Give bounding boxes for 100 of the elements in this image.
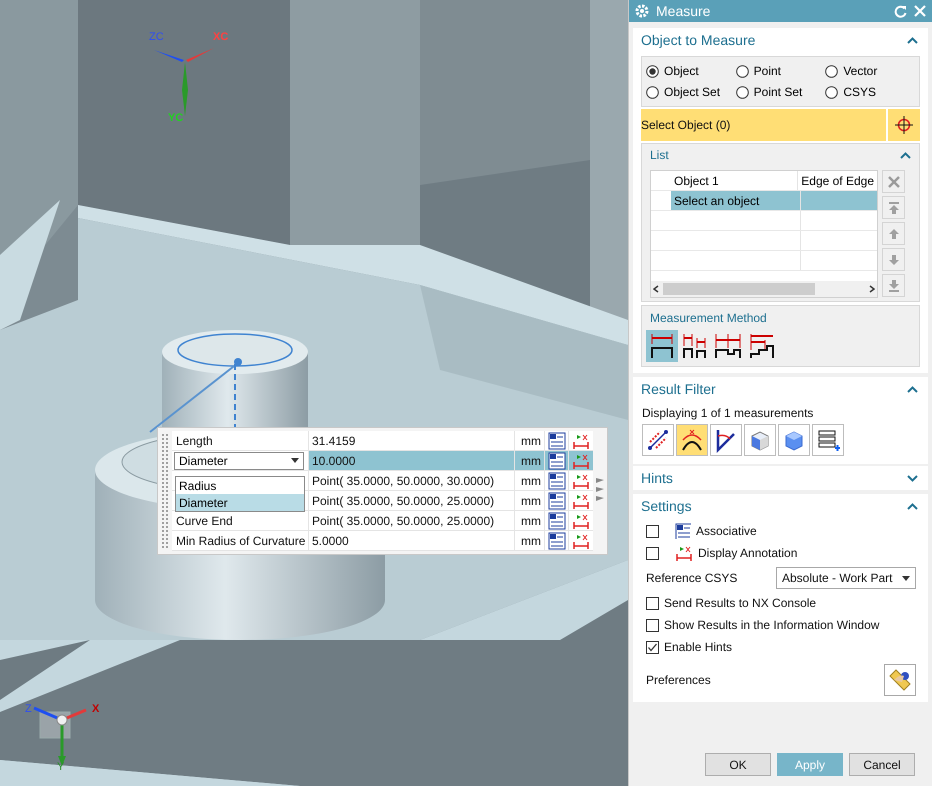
list-add-icon <box>816 428 840 452</box>
checkbox-option[interactable]: Show Results in the Information Window <box>646 616 916 634</box>
unit-label: mm <box>515 511 545 530</box>
collapse-icon[interactable] <box>907 502 918 510</box>
collapse-icon[interactable] <box>907 386 918 392</box>
field-label: Reference CSYS <box>646 570 738 587</box>
axis-label: Y <box>57 762 64 773</box>
expand-icon[interactable] <box>907 474 918 482</box>
measurement-method-button[interactable] <box>646 330 678 362</box>
group-label: Measurement Method <box>649 310 768 327</box>
associative-toggle-icon[interactable] <box>548 512 566 530</box>
checkbox[interactable] <box>646 546 659 560</box>
associative-icon <box>675 523 691 539</box>
radio-option[interactable]: Vector <box>825 62 915 80</box>
unit-label: mm <box>515 471 545 490</box>
radio-option[interactable]: Object Set <box>646 83 736 101</box>
measurement-count: Displaying 1 of 1 measurements <box>641 405 814 422</box>
measurement-value: 5.0000 <box>309 531 515 550</box>
radio-option[interactable]: Point Set <box>736 83 826 101</box>
section-header[interactable]: Result Filter <box>633 377 928 401</box>
axis-label: YC <box>168 113 184 124</box>
radio-option[interactable]: CSYS <box>825 83 915 101</box>
arc-filter-icon <box>680 428 704 452</box>
reset-icon[interactable] <box>894 4 907 18</box>
measurement-label: Min Radius of Curvature <box>175 532 306 550</box>
associative-toggle-icon[interactable] <box>548 492 566 510</box>
checkbox-option[interactable]: Display Annotation <box>646 544 916 562</box>
close-icon[interactable] <box>914 5 926 17</box>
checkbox[interactable] <box>646 640 659 654</box>
measurement-value: Point( 35.0000, 50.0000, 25.0000) <box>309 491 515 510</box>
measurement-label: Curve End <box>175 512 234 530</box>
unit-label: mm <box>515 491 545 510</box>
dimension-method-icon <box>714 332 742 360</box>
radio-button[interactable] <box>736 86 749 98</box>
list-cell[interactable] <box>801 191 877 210</box>
checkbox[interactable] <box>646 596 659 610</box>
delete-icon <box>886 174 902 190</box>
dropdown-option[interactable]: Diameter <box>176 494 304 511</box>
measurement-value: 10.0000 <box>309 451 515 470</box>
object-type: Edge of Edge <box>801 172 874 190</box>
result-filter-button[interactable] <box>676 424 708 456</box>
checkbox-option[interactable]: Send Results to NX Console <box>646 594 916 612</box>
selection-prompt[interactable]: Select Object (0) <box>641 109 886 141</box>
radio-button[interactable] <box>825 86 838 98</box>
scroll-right-icon[interactable] <box>869 285 875 293</box>
result-filter-button[interactable] <box>642 424 674 456</box>
ruler-hand-icon <box>888 668 912 692</box>
measurement-label: Length <box>175 432 214 450</box>
axis-label: ZC <box>149 32 164 43</box>
radio-button[interactable] <box>825 64 838 78</box>
axis-label: X <box>92 704 100 715</box>
horizontal-scrollbar[interactable] <box>651 281 877 297</box>
unit-label: mm <box>515 531 545 550</box>
associative-toggle-icon[interactable] <box>548 432 566 450</box>
annotation-icon <box>675 544 693 562</box>
dialog-button[interactable]: Cancel <box>849 753 915 776</box>
dropdown-caret-icon <box>291 458 299 463</box>
axis-label: XC <box>213 32 228 43</box>
measurement-value: Point( 35.0000, 50.0000, 30.0000) <box>309 471 515 490</box>
result-filter-button[interactable] <box>710 424 742 456</box>
dimension-method-icon <box>681 332 709 360</box>
checkbox-option[interactable]: Enable Hints <box>646 638 916 656</box>
result-filter-button[interactable] <box>812 424 844 456</box>
dimension-method-icon <box>747 332 775 360</box>
checkbox-option[interactable]: Associative <box>646 522 916 540</box>
measurement-type-dropdown[interactable]: Diameter <box>174 452 304 470</box>
radio-button[interactable] <box>646 86 659 98</box>
checkbox[interactable] <box>646 618 659 632</box>
preferences-button[interactable] <box>884 664 916 696</box>
dialog-button[interactable]: OK <box>705 753 771 776</box>
list-row[interactable]: Select an object <box>651 191 877 211</box>
dimension-method-icon <box>648 332 676 360</box>
collapse-icon[interactable] <box>907 36 918 44</box>
section-header[interactable]: Settings <box>633 494 928 518</box>
associative-toggle-icon[interactable] <box>548 452 566 470</box>
list-item[interactable]: Object 1 <box>671 171 798 190</box>
expand-arrows-icon[interactable] <box>596 478 605 504</box>
crosshair-icon <box>895 116 913 134</box>
associative-toggle-icon[interactable] <box>548 472 566 490</box>
measurement-value: 31.4159 <box>309 431 515 450</box>
section-header[interactable]: Object to Measure <box>633 28 928 52</box>
unit-label: mm <box>515 431 545 450</box>
radio-option[interactable]: Point <box>736 62 826 80</box>
measurement-value: Point( 35.0000, 50.0000, 25.0000) <box>309 511 515 530</box>
axis-label: Z <box>25 704 32 715</box>
radio-option[interactable]: Object <box>646 62 736 80</box>
checkbox[interactable] <box>646 524 659 538</box>
select-object-button[interactable] <box>888 109 920 141</box>
distance-filter-icon <box>646 428 670 452</box>
list-item[interactable]: Select an object <box>671 191 800 210</box>
gear-icon <box>635 4 649 18</box>
associative-toggle-icon[interactable] <box>548 532 566 550</box>
collapse-icon[interactable] <box>900 152 911 158</box>
radio-button[interactable] <box>646 64 659 78</box>
section-header[interactable]: Hints <box>633 466 928 490</box>
list-header[interactable]: List <box>642 144 919 166</box>
radio-button[interactable] <box>736 64 749 78</box>
scrollbar-thumb[interactable] <box>663 283 815 295</box>
scroll-left-icon[interactable] <box>653 285 659 293</box>
reference-csys-dropdown[interactable]: Absolute - Work Part <box>776 567 916 589</box>
